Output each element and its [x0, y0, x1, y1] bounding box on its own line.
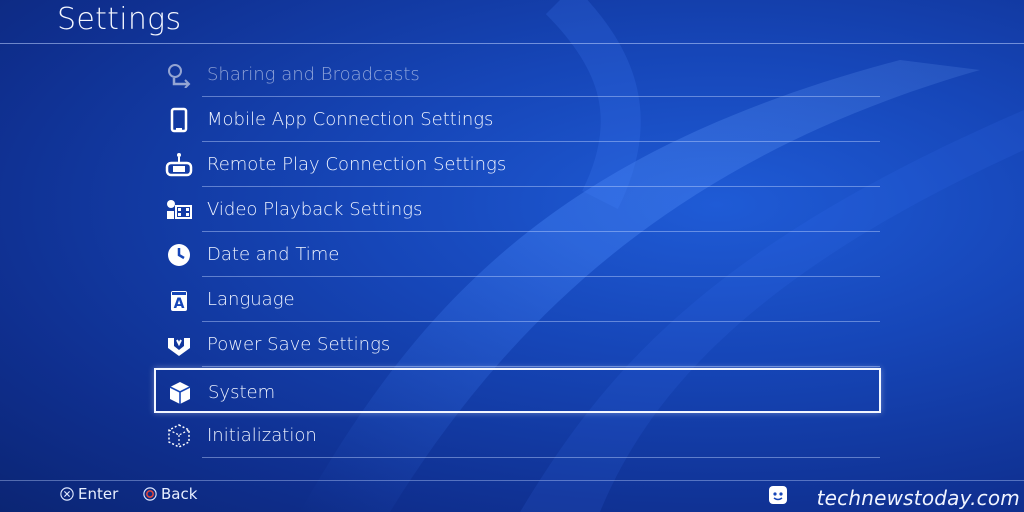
menu-item-label: System	[208, 382, 276, 403]
menu-item-language[interactable]: A Language	[155, 277, 880, 322]
row-divider	[202, 457, 880, 458]
remote-play-icon	[165, 151, 193, 179]
back-label: Back	[161, 485, 198, 503]
svg-text:A: A	[174, 296, 185, 312]
share-broadcast-icon	[165, 61, 193, 89]
menu-item-label: Initialization	[207, 425, 317, 446]
menu-item-video-playback[interactable]: Video Playback Settings	[155, 187, 880, 232]
circle-button-icon	[143, 487, 157, 501]
menu-item-remote-play-connection[interactable]: Remote Play Connection Settings	[155, 142, 880, 187]
row-divider	[202, 366, 880, 367]
video-playback-icon	[165, 196, 193, 224]
footer-divider	[0, 480, 1024, 481]
language-icon: A	[165, 286, 193, 314]
smartphone-icon	[165, 106, 193, 134]
page-title: Settings	[57, 2, 182, 37]
enter-hint[interactable]: Enter	[60, 485, 118, 503]
clock-icon	[165, 241, 193, 269]
power-save-icon	[165, 331, 193, 359]
header-divider	[0, 43, 1024, 44]
menu-item-label: Sharing and Broadcasts	[207, 64, 420, 85]
enter-label: Enter	[78, 485, 119, 503]
menu-item-mobile-app-connection[interactable]: Mobile App Connection Settings	[155, 97, 880, 142]
menu-item-sharing-and-broadcasts[interactable]: Sharing and Broadcasts	[155, 52, 880, 97]
watermark-logo-icon	[769, 486, 787, 504]
menu-item-label: Mobile App Connection Settings	[207, 109, 494, 130]
system-cube-icon	[166, 379, 194, 407]
initialization-icon	[165, 422, 193, 450]
menu-item-label: Remote Play Connection Settings	[207, 154, 507, 175]
menu-item-label: Power Save Settings	[207, 334, 391, 355]
menu-item-power-save[interactable]: Power Save Settings	[155, 322, 880, 367]
menu-item-system[interactable]: System	[154, 368, 881, 413]
menu-item-label: Date and Time	[207, 244, 340, 265]
menu-item-date-and-time[interactable]: Date and Time	[155, 232, 880, 277]
menu-item-initialization[interactable]: Initialization	[155, 413, 880, 458]
menu-item-label: Video Playback Settings	[207, 199, 423, 220]
watermark-text: technewstoday.com	[816, 486, 1020, 510]
cross-button-icon	[60, 487, 74, 501]
menu-item-label: Language	[207, 289, 295, 310]
back-hint[interactable]: Back	[143, 485, 197, 503]
